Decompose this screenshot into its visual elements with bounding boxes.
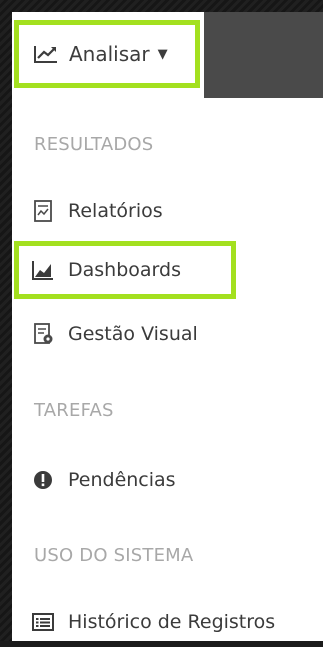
caret-down-icon: ▼ [157, 46, 168, 62]
visual-management-icon [32, 323, 54, 345]
section-title-tarefas: TAREFAS [34, 400, 114, 421]
line-chart-icon [33, 44, 59, 64]
report-icon [32, 200, 54, 222]
background-top [0, 0, 323, 12]
topbar-dark-area [204, 12, 323, 98]
menu-item-historico-de-registros[interactable]: Histórico de Registros [14, 597, 323, 647]
analisar-menu-button[interactable]: Analisar ▼ [14, 20, 200, 88]
exclamation-circle-icon [32, 469, 54, 491]
background-left [0, 0, 12, 641]
menu-item-label: Dashboards [68, 259, 181, 281]
menu-item-relatorios[interactable]: Relatórios [14, 186, 234, 236]
section-title-uso-do-sistema: USO DO SISTEMA [34, 545, 194, 566]
menu-item-dashboards[interactable]: Dashboards [14, 241, 236, 299]
menu-item-label: Pendências [68, 469, 176, 491]
menu-item-pendencias[interactable]: Pendências [14, 455, 234, 505]
area-chart-icon [32, 259, 54, 281]
menu-item-gestao-visual[interactable]: Gestão Visual [14, 309, 234, 359]
menu-item-label: Gestão Visual [68, 323, 198, 345]
section-title-resultados: RESULTADOS [34, 134, 154, 155]
list-alt-icon [32, 611, 54, 633]
analisar-label: Analisar [69, 42, 150, 66]
menu-item-label: Relatórios [68, 200, 163, 222]
menu-item-label: Histórico de Registros [68, 611, 276, 633]
